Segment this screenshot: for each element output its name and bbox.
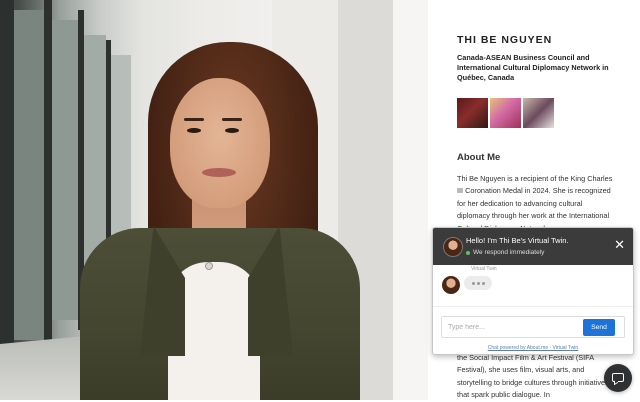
chat-widget: Hello! I'm Thi Be's Virtual Twin. We res… bbox=[432, 227, 634, 355]
typing-dot bbox=[476, 281, 480, 285]
gallery-thumbnail[interactable] bbox=[523, 98, 554, 128]
chat-header: Hello! I'm Thi Be's Virtual Twin. We res… bbox=[433, 228, 633, 265]
profile-organization: Canada-ASEAN Business Council and Intern… bbox=[457, 53, 609, 82]
typing-indicator bbox=[464, 276, 492, 290]
divider bbox=[433, 306, 633, 307]
profile-info: THI BE NGUYEN Canada-ASEAN Business Coun… bbox=[457, 34, 615, 235]
photo-gallery bbox=[457, 98, 615, 128]
gallery-thumbnail[interactable] bbox=[457, 98, 488, 128]
avatar bbox=[443, 237, 463, 257]
bio-text: Thi Be Nguyen is a recipient of the King… bbox=[457, 174, 613, 233]
chat-title: Hello! I'm Thi Be's Virtual Twin. bbox=[466, 236, 569, 245]
chat-bubble-icon bbox=[612, 373, 624, 382]
send-button[interactable]: Send bbox=[583, 319, 615, 336]
typing-dot bbox=[471, 281, 475, 285]
about-me-heading: About Me bbox=[457, 152, 501, 163]
gallery-thumbnail[interactable] bbox=[490, 98, 521, 128]
bio-text-continued: the Social Impact Film & Art Festival (S… bbox=[457, 353, 609, 400]
close-icon[interactable]: ✕ bbox=[614, 238, 625, 251]
sender-label: Virtual Twin bbox=[471, 266, 497, 272]
chat-launcher-button[interactable] bbox=[604, 364, 632, 392]
powered-by-link[interactable]: Chat powered by About.me - Virtual Twin bbox=[433, 345, 633, 351]
avatar bbox=[442, 276, 460, 294]
chat-status: We respond immediately bbox=[473, 249, 545, 256]
typing-dot bbox=[481, 281, 485, 285]
profile-photo bbox=[0, 0, 428, 400]
online-status-icon bbox=[466, 251, 470, 255]
profile-name: THI BE NGUYEN bbox=[457, 34, 553, 46]
